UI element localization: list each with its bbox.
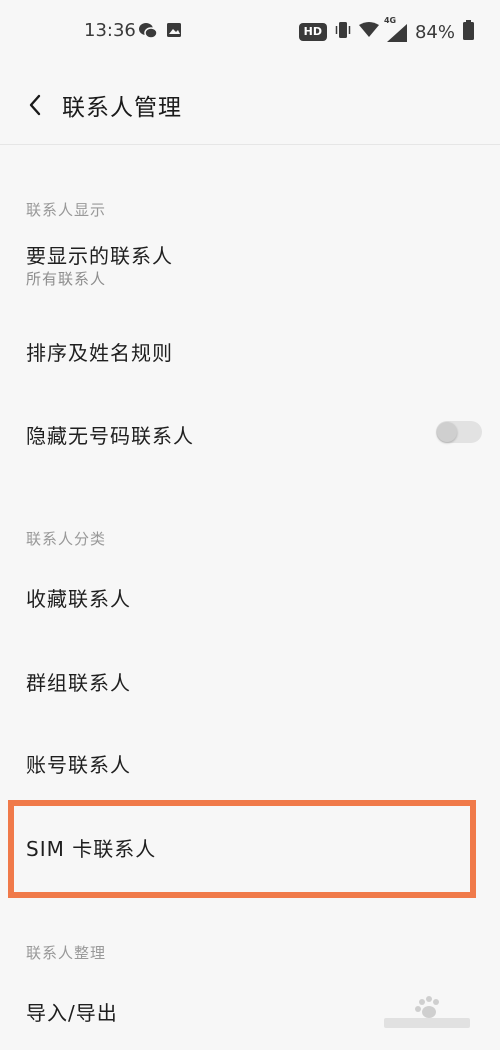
section-header-category: 联系人分类 <box>26 530 107 548</box>
setting-sort-and-name-rules[interactable]: 排序及姓名规则 <box>0 322 500 378</box>
wifi-icon <box>358 22 379 42</box>
setting-group-contacts[interactable]: 群组联系人 <box>0 652 500 708</box>
setting-title: 账号联系人 <box>26 753 131 777</box>
setting-hide-no-number-contacts[interactable]: 隐藏无号码联系人 <box>0 412 500 454</box>
battery-percent: 84% <box>414 21 455 43</box>
contacts-management-screen: 13:36 HD 4G 84% 联系人管理 联系人显示 要显示的联系人 所有联系… <box>0 0 500 1050</box>
setting-title: 收藏联系人 <box>26 587 131 611</box>
watermark-logo <box>382 992 472 1032</box>
wechat-icon <box>138 22 158 44</box>
hide-no-number-toggle[interactable] <box>436 421 482 443</box>
back-arrow-icon[interactable] <box>24 92 46 118</box>
network-type-label: 4G <box>383 16 397 25</box>
section-header-organize: 联系人整理 <box>26 944 107 962</box>
toggle-knob <box>437 422 457 442</box>
setting-favorite-contacts[interactable]: 收藏联系人 <box>0 568 500 624</box>
setting-account-contacts[interactable]: 账号联系人 <box>0 734 500 790</box>
setting-subtitle: 所有联系人 <box>26 270 107 288</box>
page-title: 联系人管理 <box>62 95 182 121</box>
setting-title: 隐藏无号码联系人 <box>26 424 194 448</box>
highlight-box <box>8 800 476 898</box>
battery-icon <box>463 20 474 44</box>
status-time: 13:36 <box>84 20 136 41</box>
setting-title: 要显示的联系人 <box>26 244 173 268</box>
app-header: 联系人管理 <box>0 66 500 145</box>
section-header-display: 联系人显示 <box>26 201 107 219</box>
cellular-signal-icon: 4G <box>384 16 407 42</box>
setting-title: 导入/导出 <box>26 1001 118 1025</box>
image-icon <box>166 22 182 42</box>
setting-title: 排序及姓名规则 <box>26 341 173 365</box>
status-right-icons: HD 4G 84% <box>298 16 474 46</box>
setting-contacts-to-display[interactable]: 要显示的联系人 所有联系人 <box>0 228 500 300</box>
status-bar: 13:36 HD 4G 84% <box>0 0 500 66</box>
setting-title: 群组联系人 <box>26 671 131 695</box>
vibrate-icon <box>335 20 351 44</box>
hd-badge: HD <box>298 23 327 41</box>
